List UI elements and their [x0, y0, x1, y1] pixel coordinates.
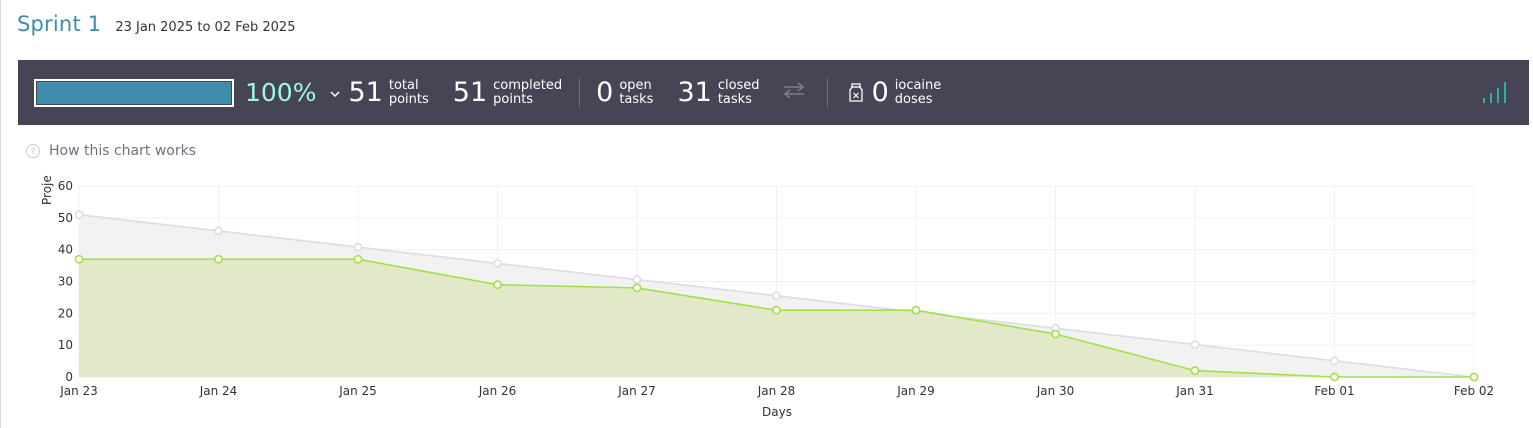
y-tick-label: 20 [58, 306, 73, 320]
sprint-taskboard: Sprint 1 23 Jan 2025 to 02 Feb 2025 100%… [0, 0, 1533, 428]
y-axis-label: Proje [40, 175, 54, 205]
sprint-dates: 23 Jan 2025 to 02 Feb 2025 [115, 20, 296, 35]
open-tasks-stat: 0 open tasks [596, 77, 654, 108]
series-point [493, 258, 502, 268]
open-tasks-label-line2: tasks [619, 91, 654, 107]
sprint-header: Sprint 1 23 Jan 2025 to 02 Feb 2025 [17, 12, 295, 36]
y-tick-label: 30 [58, 275, 73, 289]
burndown-chart: 0102030405060 Jan 23 Jan 24 Jan 25 Jan 26 Ja… [40, 175, 1494, 419]
x-tick-label: Jan 24 [199, 384, 238, 398]
x-tick-label: Jan 23 [59, 384, 98, 398]
iocaine-doses-label: iocaine doses [894, 77, 942, 107]
closed-tasks-stat: 31 closed tasks [677, 77, 760, 108]
completed-points-stat: 51 completed points [452, 77, 563, 108]
y-tick-label: 10 [58, 338, 73, 352]
closed-tasks-label: closed tasks [717, 77, 760, 107]
sprint-title[interactable]: Sprint 1 [17, 12, 101, 36]
x-axis-ticks: Jan 23 Jan 24 Jan 25 Jan 26 Jan 27 Jan 28 Jan … [59, 384, 1494, 398]
iocaine-jar-icon[interactable] [848, 82, 864, 103]
y-tick-label: 50 [58, 211, 73, 225]
sprint-stats-bar: 100% 51 total points 51 completed points… [18, 60, 1529, 125]
completed-points-label-line1: completed [493, 77, 563, 93]
series-point [1469, 372, 1479, 382]
x-tick-label: Jan 31 [1175, 384, 1214, 398]
y-tick-label: 60 [58, 179, 73, 193]
series-point [353, 254, 363, 264]
series-point [632, 283, 642, 293]
y-axis-ticks: 0 10 20 30 40 50 60 [58, 179, 73, 384]
y-tick-label: 0 [65, 370, 73, 384]
progress-bar-fill [37, 81, 231, 104]
iocaine-doses-value: 0 [871, 77, 889, 108]
closed-tasks-label-line1: closed [717, 77, 760, 93]
series-point [74, 254, 84, 264]
swap-arrows-icon[interactable] [782, 80, 806, 105]
series-point [1330, 356, 1339, 366]
iocaine-doses-stat: 0 iocaine doses [871, 77, 942, 108]
completed-points-label-line2: points [493, 91, 534, 107]
stats-divider [826, 77, 828, 108]
completed-points-value: 51 [452, 77, 488, 108]
series-point [1051, 329, 1060, 339]
open-tasks-label-line1: open [619, 77, 652, 93]
iocaine-doses-label-line1: iocaine [894, 77, 942, 93]
x-tick-label: Jan 28 [757, 384, 796, 398]
total-points-label: total points [388, 77, 429, 107]
series-point [772, 305, 781, 315]
total-points-value: 51 [348, 77, 383, 108]
x-axis-label: Days [762, 405, 792, 419]
x-tick-label: Jan 29 [896, 384, 935, 398]
series-point [1330, 372, 1339, 382]
progress-percent: 100% [245, 78, 317, 107]
x-tick-label: Feb 01 [1314, 384, 1354, 398]
y-tick-label: 40 [58, 243, 73, 257]
x-tick-label: Jan 27 [617, 384, 656, 398]
total-points-label-line1: total [388, 77, 419, 93]
series-point [74, 210, 84, 220]
stats-divider [579, 77, 581, 108]
x-tick-label: Jan 30 [1036, 384, 1075, 398]
how-chart-works-label: How this chart works [49, 143, 197, 159]
how-chart-works-link[interactable]: ? How this chart works [26, 143, 196, 159]
completed-points-label: completed points [493, 77, 563, 107]
series-point [493, 280, 502, 290]
total-points-stat: 51 total points [348, 77, 429, 108]
series-point [1190, 340, 1200, 349]
series-point [1190, 366, 1200, 376]
bar-graph-icon[interactable] [1481, 80, 1509, 108]
closed-tasks-label-line2: tasks [717, 91, 752, 107]
x-tick-label: Jan 26 [478, 384, 517, 398]
open-tasks-value: 0 [596, 77, 614, 108]
series-point [353, 242, 363, 252]
x-tick-label: Feb 02 [1454, 384, 1494, 398]
x-tick-label: Jan 25 [338, 384, 377, 398]
iocaine-doses-label-line2: doses [894, 91, 933, 107]
series-point [772, 291, 781, 301]
series-point [214, 254, 223, 264]
question-circle-icon: ? [26, 144, 40, 158]
series-point [214, 226, 223, 236]
total-points-label-line2: points [388, 91, 429, 107]
series-point [911, 305, 921, 315]
chevron-down-icon[interactable] [330, 87, 341, 101]
open-tasks-label: open tasks [619, 77, 654, 107]
series-point [632, 275, 642, 284]
closed-tasks-value: 31 [677, 77, 712, 108]
progress-bar [34, 78, 234, 107]
